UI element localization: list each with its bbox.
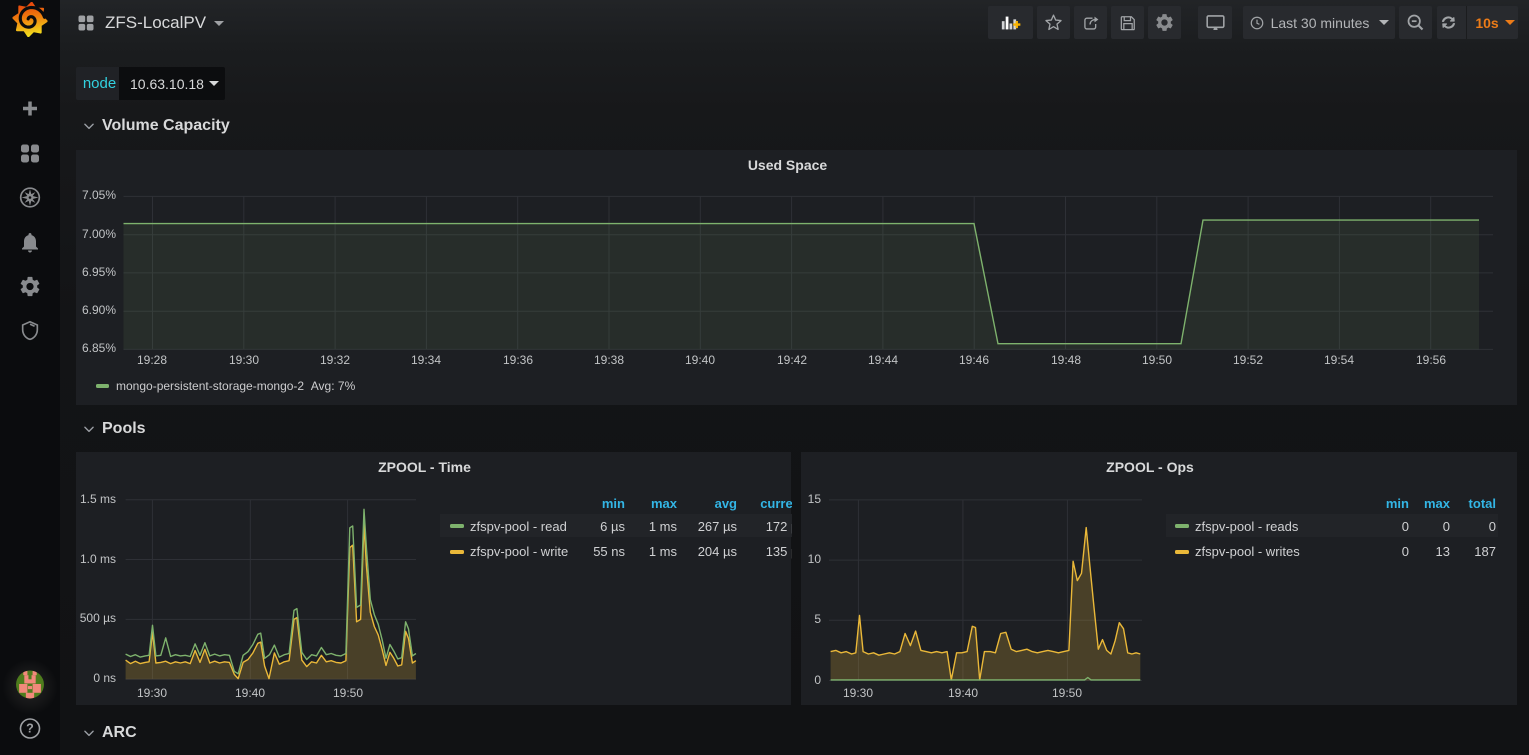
- svg-text:?: ?: [26, 722, 34, 736]
